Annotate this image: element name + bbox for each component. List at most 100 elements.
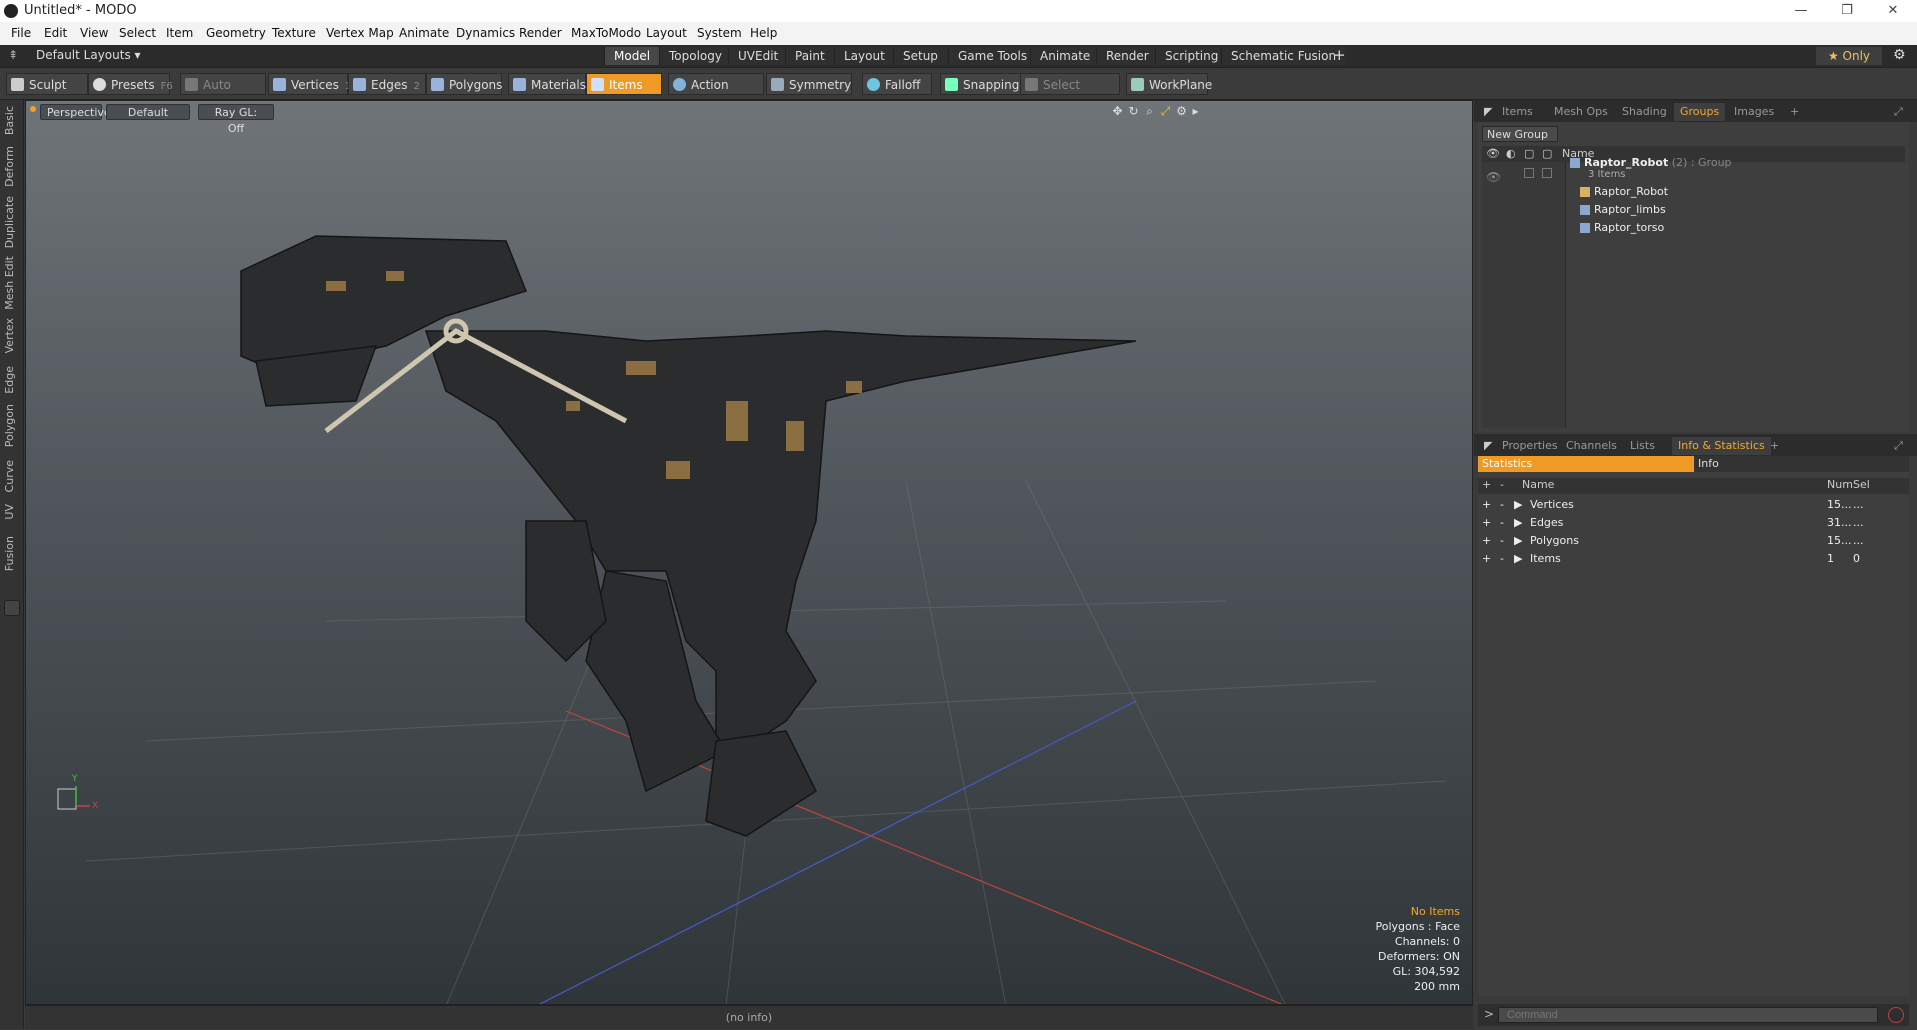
fit-icon[interactable]: ⤢ (1159, 105, 1172, 118)
snapping-button[interactable]: Snapping (940, 73, 1024, 95)
minimize-button[interactable]: — (1778, 0, 1824, 22)
tab-schematic-fusion[interactable]: Schematic Fusion (1221, 47, 1346, 65)
tab-duplicate[interactable]: Duplicate (3, 196, 16, 248)
sculpt-button[interactable]: Sculpt (6, 73, 88, 95)
falloff-button[interactable]: Falloff (862, 73, 932, 95)
stats-row-vertices[interactable]: + - ▶ Vertices 15...... (1478, 496, 1909, 514)
menu-geometry[interactable]: Geometry (206, 26, 266, 40)
tab-render[interactable]: Render (1096, 47, 1158, 65)
items-button[interactable]: Items (586, 73, 662, 95)
group-lock-checkbox[interactable] (1524, 168, 1534, 178)
materials-button[interactable]: Materials (508, 73, 586, 95)
tab-properties[interactable]: Properties (1496, 437, 1564, 455)
workplane-button[interactable]: WorkPlane (1126, 73, 1212, 95)
menu-render[interactable]: Render (519, 26, 562, 40)
layout-collapse-icon[interactable]: ⇞ (8, 48, 18, 62)
edges-button[interactable]: Edges 2 (348, 73, 426, 95)
raygl-toggle[interactable]: Ray GL: Off (198, 104, 274, 135)
command-input[interactable] (1498, 1007, 1878, 1023)
tab-basic[interactable]: Basic (3, 106, 16, 135)
select-column-icon[interactable]: ▢ (1542, 147, 1552, 160)
vertices-button[interactable]: Vertices1 (268, 73, 351, 95)
menu-select[interactable]: Select (119, 26, 156, 40)
tab-info-statistics[interactable]: Info & Statistics (1672, 437, 1771, 455)
add-panel-tab-icon[interactable]: + (1764, 437, 1785, 455)
expand-panel-icon[interactable]: ⤢ (1888, 437, 1909, 455)
gear-icon[interactable]: ⚙ (1893, 47, 1906, 63)
layouts-dropdown[interactable]: Default Layouts ▾ (36, 48, 141, 62)
menu-animate[interactable]: Animate (399, 26, 449, 40)
tab-mesh-edit[interactable]: Mesh Edit (3, 256, 16, 310)
only-toggle[interactable]: ★ Only (1816, 47, 1882, 65)
3d-viewport[interactable]: X Y Perspective Default Ray GL: Off ✥ ↻ … (25, 100, 1473, 1005)
group-select-checkbox[interactable] (1542, 168, 1552, 178)
render-column-icon[interactable]: ◐ (1506, 147, 1516, 160)
tab-info[interactable]: Info (1694, 456, 1909, 472)
tab-items[interactable]: Items (1496, 103, 1539, 121)
tab-paint[interactable]: Paint (785, 47, 834, 65)
tab-scripting[interactable]: Scripting (1155, 47, 1228, 65)
close-button[interactable]: ✕ (1870, 0, 1916, 22)
lock-column-icon[interactable]: ▢ (1524, 147, 1534, 160)
tab-model[interactable]: Model (604, 47, 660, 65)
menu-view[interactable]: View (80, 26, 108, 40)
menu-texture[interactable]: Texture (272, 26, 316, 40)
tab-uvedit[interactable]: UVEdit (728, 47, 788, 65)
pan-icon[interactable]: ✥ (1111, 105, 1124, 118)
tab-deform[interactable]: Deform (3, 146, 16, 187)
polygons-button[interactable]: Polygons (426, 73, 502, 95)
select-through-button[interactable]: Select Through (1020, 73, 1120, 114)
shading-style-dropdown[interactable]: Default (106, 104, 190, 120)
zoom-icon[interactable]: ⌕ (1143, 105, 1156, 118)
tab-game-tools[interactable]: Game Tools (948, 47, 1037, 65)
tab-polygon[interactable]: Polygon (3, 404, 16, 447)
menu-vertex-map[interactable]: Vertex Map (326, 26, 394, 40)
viewport-settings-icon[interactable]: ⚙ (1175, 105, 1188, 118)
tab-statistics[interactable]: Statistics (1478, 456, 1694, 472)
expand-all-button[interactable]: + (1482, 478, 1491, 491)
menu-edit[interactable]: Edit (44, 26, 67, 40)
tab-curve[interactable]: Curve (3, 460, 16, 492)
menu-help[interactable]: Help (750, 26, 777, 40)
group-child-raptor-torso[interactable]: Raptor_torso (1580, 219, 1664, 237)
tab-lists[interactable]: Lists (1624, 437, 1661, 455)
stats-row-items[interactable]: + - ▶ Items 1 0 (1478, 550, 1909, 568)
maximize-button[interactable]: ❐ (1824, 0, 1870, 22)
tab-setup[interactable]: Setup (893, 47, 947, 65)
menu-item[interactable]: Item (166, 26, 193, 40)
tab-uv[interactable]: UV (3, 504, 16, 520)
menu-maxtomodo[interactable]: MaxToModo (571, 26, 641, 40)
new-group-button[interactable]: New Group (1482, 126, 1558, 142)
add-tab-icon[interactable]: + (1333, 46, 1346, 64)
add-panel-tab-icon[interactable]: + (1784, 103, 1805, 121)
tab-vertex[interactable]: Vertex (3, 318, 16, 353)
symmetry-button[interactable]: Symmetry (766, 73, 852, 95)
menu-layout[interactable]: Layout (646, 26, 687, 40)
view-type-dropdown[interactable]: Perspective (40, 104, 111, 120)
stats-row-polygons[interactable]: + - ▶ Polygons 15...... (1478, 532, 1909, 550)
tab-edge[interactable]: Edge (3, 366, 16, 394)
rotate-icon[interactable]: ↻ (1127, 105, 1140, 118)
tab-groups[interactable]: Groups (1674, 103, 1726, 121)
action-center-button[interactable]: Action Center (668, 73, 764, 114)
tab-fusion[interactable]: Fusion (3, 536, 16, 571)
tab-mesh-ops[interactable]: Mesh Ops (1548, 103, 1614, 121)
record-icon[interactable] (1888, 1007, 1904, 1023)
viewport-menu-icon[interactable]: ▸ (1189, 105, 1202, 118)
menu-dynamics[interactable]: Dynamics (456, 26, 515, 40)
tool-tabs-toggle[interactable] (4, 600, 20, 616)
tab-channels[interactable]: Channels (1560, 437, 1623, 455)
tab-shading[interactable]: Shading (1616, 103, 1673, 121)
group-child-raptor-limbs[interactable]: Raptor_limbs (1580, 201, 1666, 219)
menu-file[interactable]: File (11, 26, 31, 40)
group-child-raptor-robot[interactable]: Raptor_Robot (1580, 183, 1668, 201)
presets-button[interactable]: Presets F6 (88, 73, 173, 95)
tab-layout[interactable]: Layout (834, 47, 894, 65)
tab-images[interactable]: Images (1728, 103, 1780, 121)
collapse-all-button[interactable]: - (1500, 478, 1504, 491)
menu-system[interactable]: System (697, 26, 742, 40)
tab-animate[interactable]: Animate (1030, 47, 1100, 65)
expand-panel-icon[interactable]: ⤢ (1888, 103, 1909, 121)
visibility-column-icon[interactable]: 👁 (1486, 147, 1500, 160)
stats-row-edges[interactable]: + - ▶ Edges 31...... (1478, 514, 1909, 532)
